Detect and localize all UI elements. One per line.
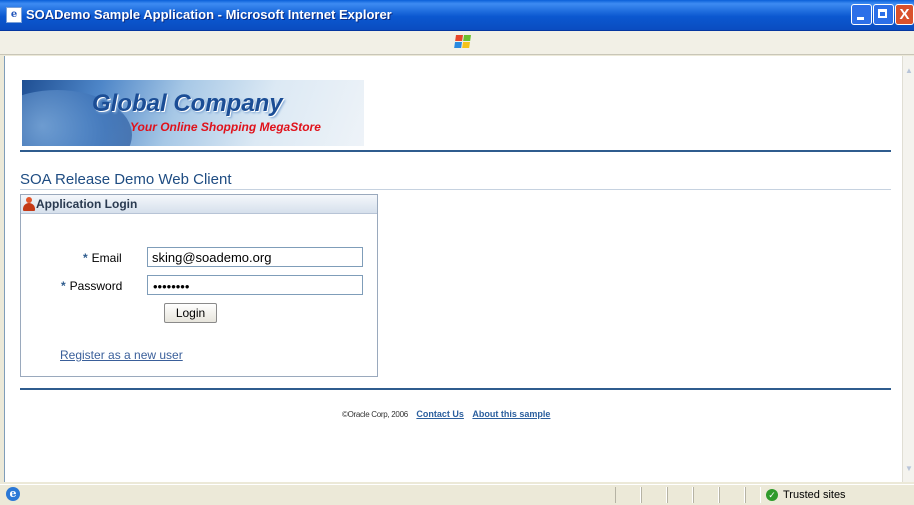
- footer-divider: [20, 388, 891, 390]
- ie-status-icon: e: [6, 487, 20, 501]
- status-bar: e ✓ Trusted sites: [0, 484, 914, 505]
- status-segment: [719, 487, 745, 503]
- header-divider: [20, 150, 891, 152]
- scroll-down-arrow-icon[interactable]: ▼: [903, 462, 914, 476]
- login-button[interactable]: Login: [164, 303, 217, 323]
- minimize-button[interactable]: [851, 4, 872, 25]
- brand-tagline: Your Online Shopping MegaStore: [130, 120, 321, 134]
- contact-us-link[interactable]: Contact Us: [416, 409, 464, 419]
- brand-name: Global Company: [92, 90, 283, 117]
- status-segment: [615, 487, 641, 503]
- ie-app-icon[interactable]: e: [6, 7, 22, 23]
- title-divider: [20, 189, 891, 190]
- windows-logo-icon: [454, 35, 472, 49]
- footer: ©Oracle Corp, 2006 Contact Us About this…: [342, 409, 550, 419]
- window-title: SOADemo Sample Application - Microsoft I…: [26, 7, 392, 22]
- required-marker: *: [83, 251, 88, 265]
- status-segment: [641, 487, 667, 503]
- email-field-value: sking@soademo.org: [152, 250, 272, 265]
- page-content: Global Company Your Online Shopping Mega…: [4, 56, 903, 482]
- maximize-button[interactable]: [873, 4, 894, 25]
- required-marker: *: [61, 279, 66, 293]
- copyright-text: ©Oracle Corp, 2006: [342, 410, 408, 419]
- menu-strip: [0, 31, 914, 55]
- zone-label: Trusted sites: [783, 489, 846, 501]
- email-field[interactable]: sking@soademo.org: [147, 247, 363, 267]
- password-mask: ••••••••: [153, 279, 190, 294]
- login-panel-header: Application Login: [21, 195, 377, 214]
- login-panel-title: Application Login: [36, 197, 138, 211]
- company-logo-banner: Global Company Your Online Shopping Mega…: [22, 80, 364, 146]
- user-icon: [23, 197, 35, 211]
- email-label: * Email: [83, 251, 122, 265]
- scroll-up-arrow-icon[interactable]: ▲: [903, 64, 914, 78]
- status-segment: [667, 487, 693, 503]
- status-segment: [745, 487, 761, 503]
- page-title: SOA Release Demo Web Client: [20, 171, 232, 188]
- password-label: * Password: [61, 279, 123, 293]
- trusted-check-icon: ✓: [766, 489, 778, 502]
- window-title-bar[interactable]: e SOADemo Sample Application - Microsoft…: [0, 0, 914, 31]
- login-panel: Application Login * Email sking@soademo.o…: [20, 194, 378, 377]
- password-field[interactable]: ••••••••: [147, 275, 363, 295]
- close-button[interactable]: X: [895, 4, 914, 25]
- security-zone[interactable]: ✓ Trusted sites: [766, 487, 846, 503]
- about-sample-link[interactable]: About this sample: [472, 409, 550, 419]
- status-segment: [693, 487, 719, 503]
- register-link[interactable]: Register as a new user: [60, 348, 183, 362]
- close-icon: X: [899, 6, 910, 23]
- vertical-scrollbar[interactable]: ▲ ▼: [902, 56, 914, 482]
